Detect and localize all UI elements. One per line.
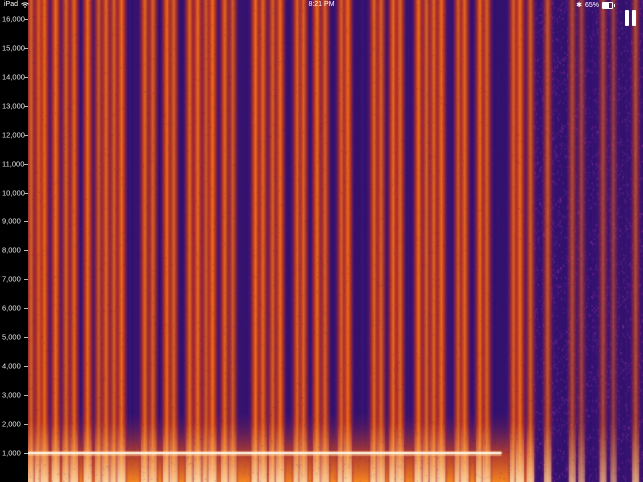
- frequency-tick-label: 2,000: [2, 419, 21, 429]
- frequency-tick-label: 14,000: [2, 72, 25, 82]
- frequency-tick-label: 11,000: [2, 159, 25, 169]
- frequency-tick-label: 1,000: [2, 448, 21, 458]
- frequency-tick-mark: [24, 308, 28, 310]
- status-bar: iPad 8:21 PM ✱ 65%: [0, 0, 643, 12]
- pause-icon-bar: [632, 10, 636, 26]
- frequency-tick-label: 12,000: [2, 130, 25, 140]
- pause-icon: [625, 10, 629, 26]
- frequency-tick-label: 4,000: [2, 361, 21, 371]
- frequency-tick-mark: [24, 47, 28, 49]
- battery-icon: [602, 1, 615, 9]
- frequency-tick-mark: [24, 366, 28, 368]
- frequency-tick-mark: [24, 134, 28, 136]
- pause-button[interactable]: [625, 10, 637, 26]
- frequency-tick-mark: [24, 18, 28, 20]
- status-right: ✱ 65%: [576, 1, 615, 9]
- frequency-tick-label: 15,000: [2, 43, 25, 53]
- frequency-tick-mark: [24, 337, 28, 339]
- battery-percent: 65%: [584, 1, 599, 9]
- spectrogram-canvas: [28, 0, 643, 482]
- frequency-tick-label: 3,000: [2, 390, 21, 400]
- frequency-tick-mark: [24, 279, 28, 281]
- frequency-tick-mark: [24, 221, 28, 223]
- frequency-tick-label: 13,000: [2, 101, 25, 111]
- frequency-tick-label: 7,000: [2, 274, 21, 284]
- frequency-tick-mark: [24, 424, 28, 426]
- bluetooth-icon: ✱: [576, 2, 582, 9]
- status-time: 8:21 PM: [308, 1, 335, 8]
- battery-fill: [603, 2, 609, 8]
- frequency-tick-mark: [24, 453, 28, 455]
- frequency-tick-mark: [24, 395, 28, 397]
- spectrogram-screen: iPad 8:21 PM ✱ 65% 16,000 15,000 14,000 13,…: [0, 0, 643, 482]
- frequency-tick-mark: [24, 250, 28, 252]
- frequency-tick-label: 8,000: [2, 245, 21, 255]
- frequency-tick-label: 10,000: [2, 188, 25, 197]
- frequency-axis: 16,000 15,000 14,000 13,000 12,000 11,000 10,0…: [0, 0, 28, 482]
- frequency-tick-label: 9,000: [2, 216, 21, 226]
- frequency-tick-mark: [24, 105, 28, 107]
- frequency-tick-label: 5,000: [2, 332, 21, 342]
- frequency-tick-label: 6,000: [2, 303, 21, 313]
- frequency-tick-mark: [24, 192, 28, 194]
- frequency-tick-mark: [24, 76, 28, 78]
- frequency-tick-mark: [24, 163, 28, 165]
- frequency-tick-label: 16,000: [2, 14, 25, 24]
